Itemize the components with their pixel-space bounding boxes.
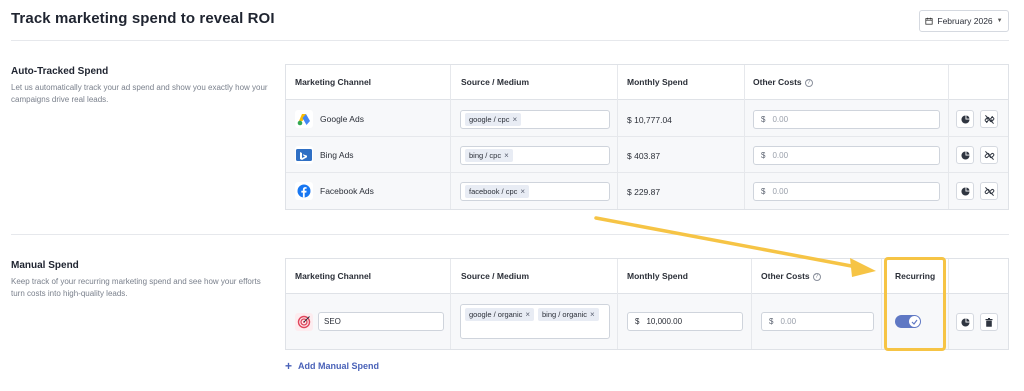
annotation-arrow <box>594 216 876 277</box>
annotation-highlight-box <box>884 257 946 351</box>
